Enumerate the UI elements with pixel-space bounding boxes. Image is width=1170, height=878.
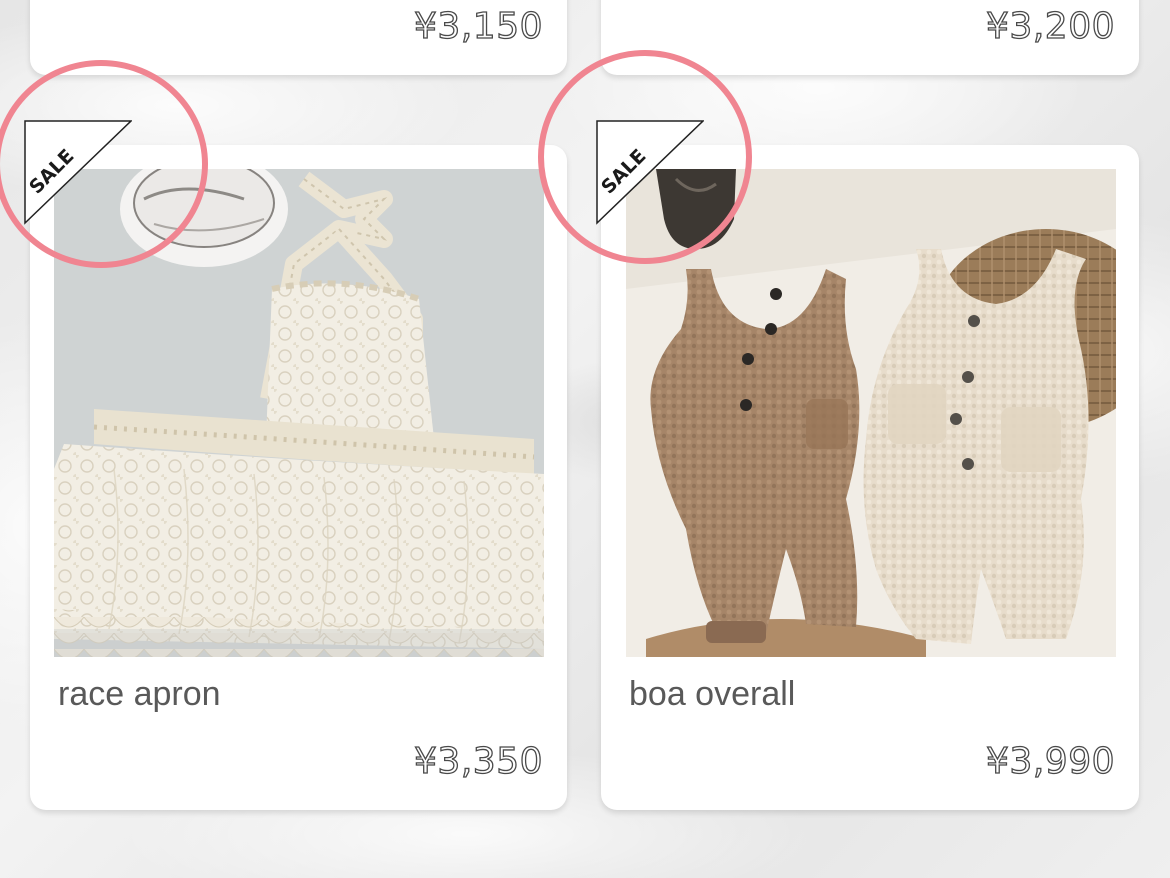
product-title[interactable]: boa overall [629, 675, 795, 714]
product-title[interactable]: race apron [58, 675, 221, 714]
product-price: ¥3,990 [985, 740, 1115, 782]
highlight-circle [0, 60, 208, 268]
product-price: ¥3,150 [413, 5, 543, 47]
product-price: ¥3,200 [985, 5, 1115, 47]
product-price: ¥3,350 [413, 740, 543, 782]
highlight-circle [538, 50, 752, 264]
product-grid-page: { "top_row": [ {"price": "¥3,150"}, {"pr… [0, 0, 1170, 878]
